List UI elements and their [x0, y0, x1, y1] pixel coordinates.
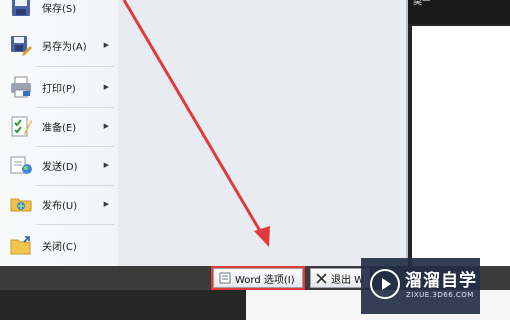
- menu-item-label: 打印(P): [42, 83, 76, 95]
- recent-documents-panel: [118, 0, 408, 266]
- exit-word-label: 退出 W: [331, 274, 365, 286]
- watermark-title: 溜溜自学: [405, 271, 477, 291]
- submenu-arrow-icon: ▶: [103, 83, 109, 91]
- send-icon: [8, 152, 34, 178]
- word-options-button[interactable]: Word 选项(I): [211, 266, 305, 290]
- submenu-arrow-icon: ▶: [103, 41, 109, 49]
- submenu-arrow-icon: ▶: [103, 200, 109, 208]
- office-menu-commands: 保存(S) 另存为(A) ▶ 打印(P) ▶ 准备(E) ▶ 发送(D) ▶ 发…: [0, 0, 119, 266]
- menu-item-save-as[interactable]: 另存为(A) ▶: [0, 26, 118, 64]
- close-folder-icon: [8, 232, 34, 258]
- menu-item-label: 关闭(C): [42, 241, 77, 253]
- menu-item-label: 另存为(A): [42, 41, 87, 53]
- watermark-logo: 溜溜自学 ZIXUE.3D66.COM: [361, 258, 480, 314]
- document-area[interactable]: [412, 26, 510, 266]
- menu-item-prepare[interactable]: 准备(E) ▶: [0, 107, 118, 145]
- publish-folder-icon: [8, 191, 34, 217]
- office-menu: 保存(S) 另存为(A) ▶ 打印(P) ▶ 准备(E) ▶ 发送(D) ▶ 发…: [0, 0, 408, 266]
- title-bar: 莫ᅳ: [408, 0, 510, 24]
- prepare-document-icon: [8, 113, 34, 139]
- options-icon: [219, 272, 231, 284]
- submenu-arrow-icon: ▶: [103, 161, 109, 169]
- menu-item-publish[interactable]: 发布(U) ▶: [0, 185, 118, 223]
- close-icon: [316, 272, 327, 284]
- title-bar-text: 莫ᅳ: [413, 0, 431, 7]
- word-options-label: Word 选项(I): [235, 274, 295, 286]
- floppy-disk-icon: [8, 0, 34, 20]
- menu-item-label: 保存(S): [42, 3, 77, 15]
- menu-item-close[interactable]: 关闭(C): [0, 226, 118, 264]
- save-as-icon: [8, 32, 34, 58]
- printer-icon: [8, 74, 34, 100]
- play-logo-icon: [370, 269, 400, 299]
- menu-item-label: 发送(D): [42, 161, 78, 173]
- menu-item-print[interactable]: 打印(P) ▶: [0, 68, 118, 106]
- watermark-url: ZIXUE.3D66.COM: [406, 291, 474, 299]
- menu-item-label: 准备(E): [42, 122, 77, 134]
- menu-separator: [36, 224, 114, 225]
- menu-item-send[interactable]: 发送(D) ▶: [0, 146, 118, 184]
- menu-item-save[interactable]: 保存(S): [0, 0, 118, 26]
- menu-separator: [36, 66, 114, 67]
- submenu-arrow-icon: ▶: [103, 122, 109, 130]
- menu-item-label: 发布(U): [42, 200, 78, 212]
